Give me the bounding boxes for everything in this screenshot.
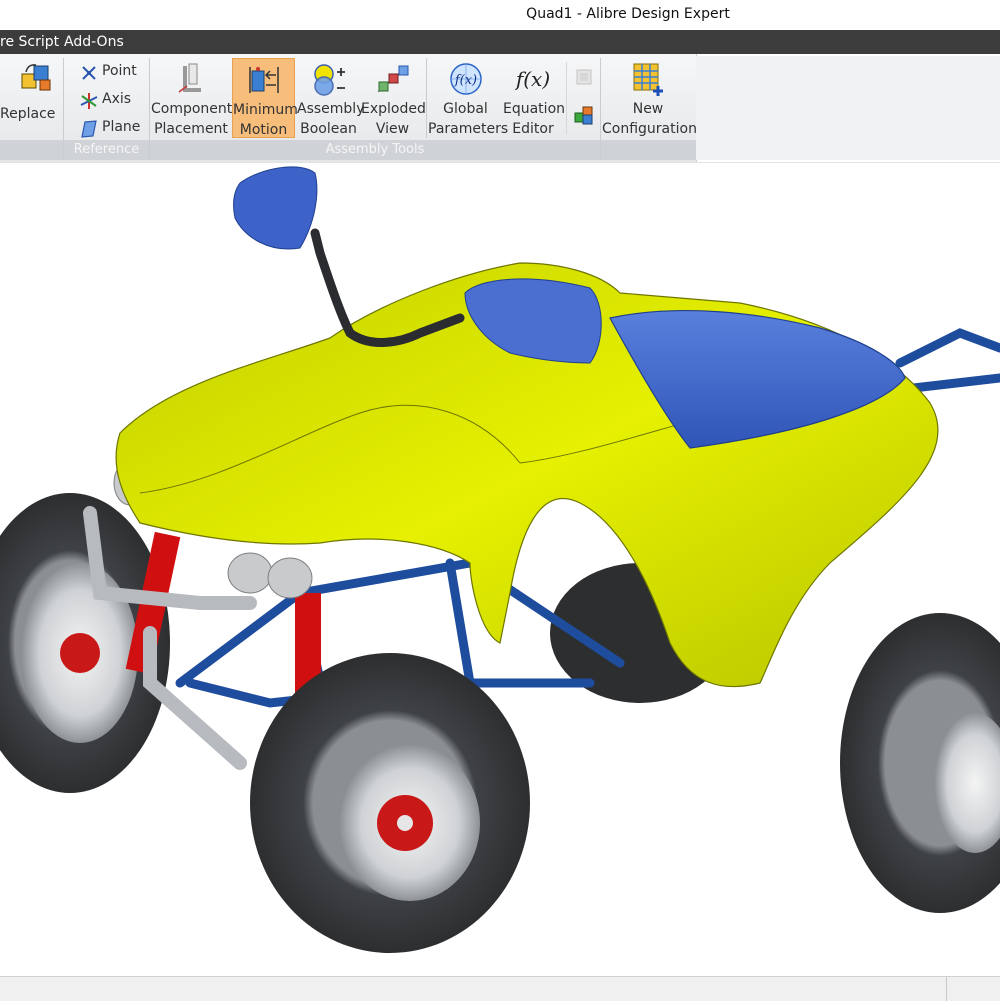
quad-bike-model[interactable] xyxy=(0,163,1000,975)
minimum-motion-label-2: Motion xyxy=(239,122,288,138)
status-bar xyxy=(0,976,1000,1001)
global-parameters-icon: f(x) xyxy=(449,63,482,95)
global-parameters-label-2: Parameters xyxy=(428,121,509,137)
title-bar: Quad1 - Alibre Design Expert xyxy=(0,0,1000,30)
front-right-wheel[interactable] xyxy=(250,653,530,953)
rear-right-wheel[interactable] xyxy=(840,613,1000,913)
configuration-group-label-bar xyxy=(601,140,696,160)
assembly-boolean-button[interactable]: Assembly Boolean xyxy=(297,58,365,138)
reference-group-label: Reference xyxy=(73,142,140,157)
menu-bar: re Script Add-Ons xyxy=(0,30,1000,54)
disabled-tool-icon[interactable] xyxy=(573,66,595,88)
global-parameters-label-1: Global xyxy=(443,101,488,117)
new-configuration-label-1: New xyxy=(632,101,664,117)
equation-editor-label-1: Equation xyxy=(503,101,566,117)
replace-icon xyxy=(21,64,51,91)
menu-item-add-ons[interactable]: Add-Ons xyxy=(64,34,124,50)
status-separator xyxy=(946,977,947,1001)
ribbon-panel: Replace Point Axis Plane Reference Compo… xyxy=(0,54,697,162)
axis-label: Axis xyxy=(102,91,132,107)
equation-editor-label-2: Editor xyxy=(512,121,554,137)
global-parameters-button[interactable]: f(x) Global Parameters xyxy=(428,58,509,138)
new-configuration-icon xyxy=(633,63,663,96)
small-tools-stack xyxy=(566,62,601,134)
component-placement-button[interactable]: Component Placement xyxy=(151,58,233,138)
plane-label: Plane xyxy=(102,119,141,135)
exploded-view-button[interactable]: Exploded View xyxy=(361,58,426,138)
component-placement-label-2: Placement xyxy=(154,121,228,137)
assembly-boolean-label-2: Boolean xyxy=(300,121,357,137)
3d-viewport[interactable] xyxy=(0,162,1000,975)
new-configuration-label-2: Configuration xyxy=(602,121,697,137)
ribbon-empty-area xyxy=(696,56,1000,160)
component-placement-icon xyxy=(178,63,201,93)
menu-item-script[interactable]: re Script xyxy=(0,34,59,50)
plane-icon xyxy=(81,120,97,138)
equation-editor-icon: f(x) xyxy=(515,67,550,91)
point-icon xyxy=(82,66,96,80)
svg-text:f(x): f(x) xyxy=(515,67,550,91)
exploded-view-label-2: View xyxy=(375,121,410,137)
minimum-motion-label-1: Minimum xyxy=(233,102,298,118)
group-label-bar xyxy=(0,140,63,160)
minimum-motion-icon xyxy=(248,67,279,93)
equation-editor-button[interactable]: f(x) Equation Editor xyxy=(503,58,566,138)
ribbon: Replace Point Axis Plane Reference Compo… xyxy=(0,54,1000,162)
axis-icon xyxy=(80,93,98,109)
minimum-motion-button[interactable]: Minimum Motion xyxy=(232,58,298,138)
exploded-view-icon xyxy=(377,65,408,93)
replace-label: Replace xyxy=(0,106,56,122)
window-title: Quad1 - Alibre Design Expert xyxy=(526,6,730,22)
svg-text:f(x): f(x) xyxy=(453,73,476,88)
assembly-boolean-label-1: Assembly xyxy=(297,101,365,117)
replace-button[interactable]: Replace xyxy=(0,58,62,138)
assembly-boolean-icon xyxy=(313,64,345,96)
exploded-view-label-1: Exploded xyxy=(361,101,426,117)
group-separator xyxy=(426,58,427,138)
new-configuration-button[interactable]: New Configuration xyxy=(602,58,697,138)
assembly-tools-group-label: Assembly Tools xyxy=(325,142,425,157)
blocks-tool-icon[interactable] xyxy=(573,104,595,126)
point-label: Point xyxy=(102,63,137,79)
component-placement-label-1: Component xyxy=(151,101,233,117)
